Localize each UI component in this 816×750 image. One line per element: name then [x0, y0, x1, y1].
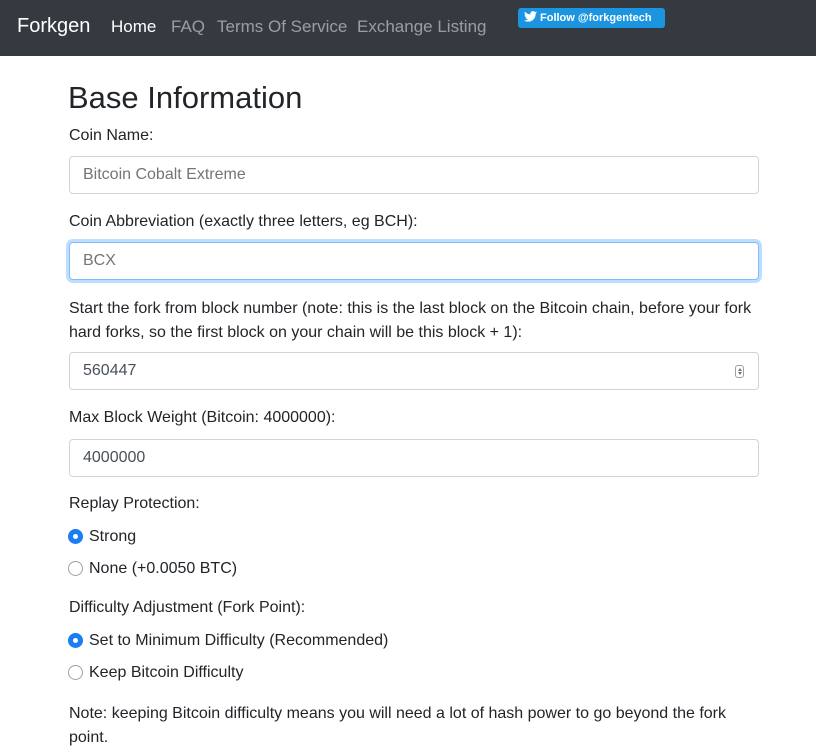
coin-name-input[interactable] [69, 156, 759, 194]
difficulty-adjustment-label: Difficulty Adjustment (Fork Point): [69, 599, 306, 616]
radio-unchecked-icon[interactable] [68, 665, 83, 680]
radio-checked-icon[interactable] [68, 633, 83, 648]
twitter-bird-icon [524, 11, 537, 22]
coin-abbreviation-label: Coin Abbreviation (exactly three letters… [69, 213, 418, 230]
fork-block-label: Start the fork from block number (note: … [69, 300, 752, 341]
coin-abbreviation-input[interactable] [69, 242, 759, 280]
max-block-weight-input[interactable]: 4000000 [69, 439, 759, 477]
radio-difficulty-minimum-label: Set to Minimum Difficulty (Recommended) [89, 632, 389, 649]
max-block-weight-value: 4000000 [83, 449, 146, 466]
max-block-weight-label: Max Block Weight (Bitcoin: 4000000): [69, 409, 336, 426]
nav-terms-of-service[interactable]: Terms Of Service [217, 17, 347, 37]
radio-unchecked-icon[interactable] [68, 561, 83, 576]
coin-name-label: Coin Name: [69, 127, 154, 144]
twitter-follow-label: Follow @forkgentech [540, 12, 652, 24]
number-spinner-icon[interactable] [735, 365, 744, 378]
page-title: Base Information [68, 80, 303, 115]
twitter-follow-button[interactable]: Follow @forkgentech [518, 8, 665, 28]
navbar: Forkgen Home FAQ Terms Of Service Exchan… [0, 0, 816, 56]
radio-checked-icon[interactable] [68, 529, 83, 544]
replay-protection-label: Replay Protection: [69, 495, 200, 512]
radio-difficulty-keep-label: Keep Bitcoin Difficulty [89, 664, 244, 681]
brand-logo[interactable]: Forkgen [17, 15, 90, 38]
difficulty-note: Note: keeping Bitcoin difficulty means y… [69, 705, 726, 746]
radio-replay-none-label: None (+0.0050 BTC) [89, 560, 238, 577]
nav-faq[interactable]: FAQ [171, 17, 205, 37]
nav-exchange-listing[interactable]: Exchange Listing [357, 17, 486, 37]
radio-replay-strong-label: Strong [89, 528, 137, 545]
nav-home[interactable]: Home [111, 17, 156, 37]
fork-block-value: 560447 [83, 362, 137, 379]
fork-block-input[interactable]: 560447 [69, 352, 759, 390]
